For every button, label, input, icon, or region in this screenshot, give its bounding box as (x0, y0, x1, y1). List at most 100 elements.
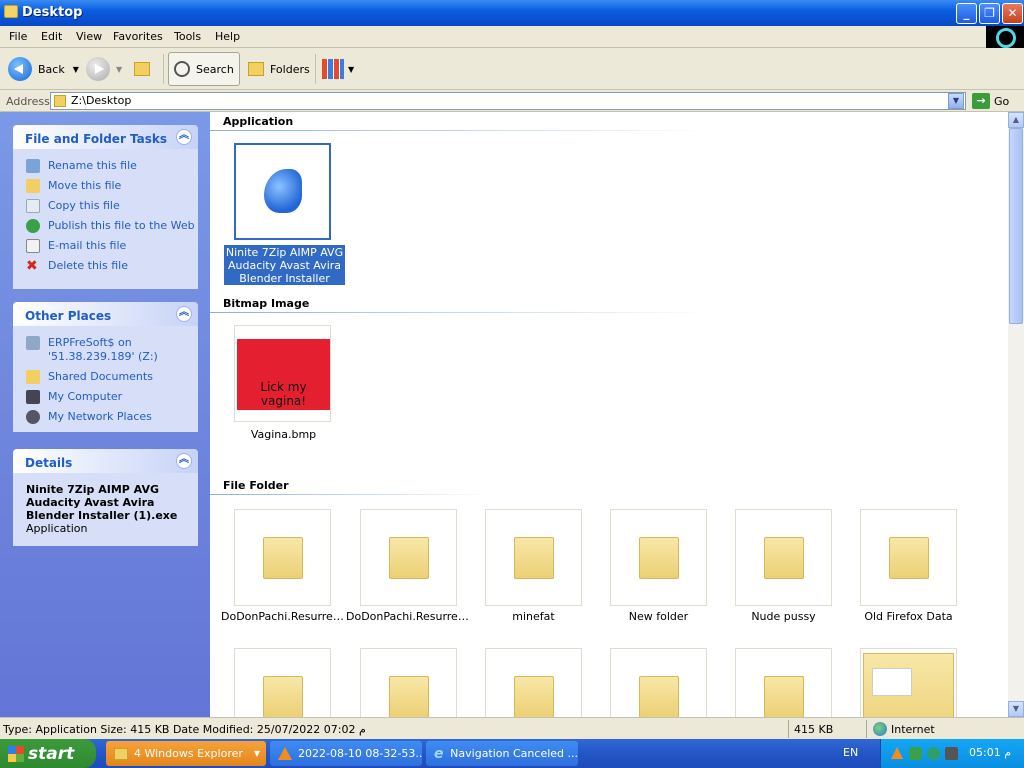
copy-icon (26, 199, 40, 213)
views-icon (322, 59, 344, 79)
forward-button[interactable]: ▼ (86, 52, 122, 86)
folder-icon (263, 676, 303, 717)
rename-file-link[interactable]: Rename this file (13, 159, 198, 173)
folder-thumbnail[interactable] (360, 648, 457, 717)
folder-thumbnail[interactable] (735, 509, 832, 606)
language-indicator[interactable]: EN (843, 746, 858, 759)
publish-web-link[interactable]: Publish this file to the Web (13, 219, 198, 233)
panel-header[interactable]: Other Places ︽ (13, 302, 198, 326)
up-button[interactable] (134, 52, 156, 86)
folder-name[interactable]: Old Firefox Data (846, 610, 971, 623)
folder-name[interactable]: minefat (471, 610, 596, 623)
bmp-file-thumbnail[interactable]: Lick my vagina! (234, 325, 331, 422)
shield-icon[interactable] (909, 747, 922, 760)
envelope-icon (26, 239, 40, 253)
scroll-up-button[interactable]: ▲ (1008, 112, 1024, 128)
my-computer-link[interactable]: My Computer (13, 390, 198, 404)
menu-file[interactable]: File (9, 30, 27, 43)
windows-flag-icon (8, 746, 24, 762)
email-file-link[interactable]: E-mail this file (13, 239, 198, 253)
folders-button[interactable]: Folders (248, 52, 310, 86)
other-places-panel: Other Places ︽ ERPFreSoft$ on '51.38.239… (13, 302, 198, 432)
collapse-icon[interactable]: ︽ (176, 453, 192, 469)
menu-edit[interactable]: Edit (41, 30, 62, 43)
menu-bar: File Edit View Favorites Tools Help (0, 26, 1024, 48)
move-file-link[interactable]: Move this file (13, 179, 198, 193)
vertical-scrollbar[interactable]: ▲ ▼ (1008, 112, 1024, 717)
chevron-down-icon[interactable]: ▼ (348, 65, 354, 74)
address-input[interactable]: Z:\Desktop (50, 92, 966, 110)
collapse-icon[interactable]: ︽ (176, 306, 192, 322)
folder-thumbnail[interactable] (234, 648, 331, 717)
rename-icon (26, 159, 40, 173)
folder-thumbnail[interactable] (485, 648, 582, 717)
back-button[interactable]: Back ▼ (8, 52, 79, 86)
globe-icon (26, 219, 40, 233)
folder-thumbnail[interactable] (485, 509, 582, 606)
back-arrow-icon (8, 57, 32, 81)
bmp-file-name[interactable]: Vagina.bmp (221, 428, 346, 441)
toolbar: Back ▼ ▼ Search Folders ▼ (0, 48, 1024, 90)
scroll-thumb[interactable] (1009, 128, 1023, 324)
vlc-tray-icon[interactable] (891, 747, 903, 759)
views-button[interactable]: ▼ (322, 52, 354, 86)
address-dropdown-button[interactable]: ▼ (948, 93, 964, 109)
folder-thumbnail[interactable] (860, 648, 957, 717)
menu-view[interactable]: View (76, 30, 102, 43)
folder-name[interactable]: New folder (596, 610, 721, 623)
app-file-thumbnail[interactable] (234, 143, 331, 240)
restore-button[interactable]: ❐ (979, 3, 1000, 24)
status-zone: Internet (891, 723, 935, 736)
clock[interactable]: 05:01 م (969, 746, 1011, 759)
shared-documents-link[interactable]: Shared Documents (13, 370, 198, 384)
taskbar-item-windows-explorer[interactable]: 4 Windows Explorer ▼ (106, 741, 266, 766)
search-button[interactable]: Search (168, 52, 240, 86)
menu-favorites[interactable]: Favorites (113, 30, 163, 43)
minimize-button[interactable]: _ (956, 3, 977, 24)
folder-thumbnail[interactable] (234, 509, 331, 606)
chevron-down-icon: ▼ (253, 749, 260, 758)
folder-thumbnail[interactable] (610, 509, 707, 606)
my-network-places-link[interactable]: My Network Places (13, 410, 198, 424)
folder-name[interactable]: Nude pussy (721, 610, 846, 623)
close-button[interactable]: ✕ (1002, 3, 1023, 24)
copy-file-link[interactable]: Copy this file (13, 199, 198, 213)
scroll-down-button[interactable]: ▼ (1008, 701, 1024, 717)
task-pane: File and Folder Tasks ︽ Rename this file… (0, 112, 210, 717)
chevron-down-icon[interactable]: ▼ (73, 65, 79, 74)
folder-icon (389, 676, 429, 717)
folder-icon (889, 537, 929, 579)
network-drive-link[interactable]: ERPFreSoft$ on '51.38.239.189' (Z:) (13, 336, 198, 364)
network-tray-icon[interactable] (927, 747, 940, 760)
folder-thumbnail[interactable] (735, 648, 832, 717)
speaker-icon[interactable] (945, 747, 958, 760)
title-bar[interactable]: Desktop _ ❐ ✕ (0, 0, 1024, 26)
delete-x-icon: ✖ (26, 258, 38, 274)
collapse-icon[interactable]: ︽ (176, 129, 192, 145)
go-button[interactable]: → Go (972, 92, 1022, 110)
menu-help[interactable]: Help (215, 30, 240, 43)
folder-with-preview-icon (863, 653, 954, 717)
chevron-down-icon[interactable]: ▼ (116, 65, 122, 74)
folder-name[interactable]: DoDonPachi.Resurrec... (221, 610, 346, 623)
folder-icon (248, 62, 264, 76)
folder-name[interactable]: DoDonPachi.Resurrec... (346, 610, 471, 623)
forward-arrow-icon (86, 57, 110, 81)
folder-icon (764, 676, 804, 717)
panel-header[interactable]: File and Folder Tasks ︽ (13, 125, 198, 149)
delete-file-link[interactable]: ✖ Delete this file (13, 259, 198, 273)
panel-header[interactable]: Details ︽ (13, 449, 198, 473)
taskbar-item-vlc[interactable]: 2022-08-10 08-32-53... (270, 741, 422, 766)
folder-thumbnail[interactable] (860, 509, 957, 606)
folder-thumbnail[interactable] (360, 509, 457, 606)
folder-icon (54, 95, 66, 107)
folder-thumbnail[interactable] (610, 648, 707, 717)
go-arrow-icon: → (972, 93, 990, 109)
app-file-name[interactable]: Ninite 7Zip AIMP AVG Audacity Avast Avir… (224, 245, 345, 285)
start-button[interactable]: start (0, 739, 96, 768)
network-drive-icon (26, 336, 40, 350)
file-list-view[interactable]: Application Ninite 7Zip AIMP AVG Audacit… (210, 112, 1008, 717)
menu-tools[interactable]: Tools (174, 30, 201, 43)
taskbar-item-internet-explorer[interactable]: e Navigation Canceled ... (426, 741, 578, 766)
system-tray: 05:01 م (880, 739, 1024, 768)
